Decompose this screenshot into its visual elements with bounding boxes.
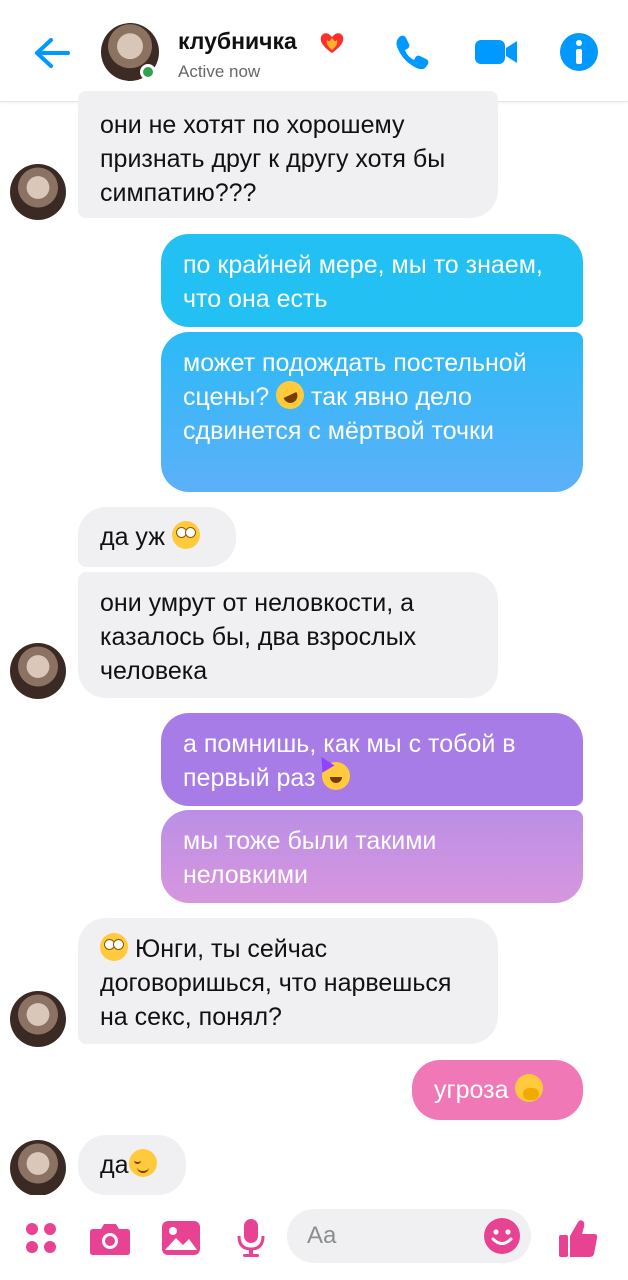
video-camera-icon — [475, 40, 517, 64]
message-text: по крайней мере, мы то знаем, что она ес… — [183, 251, 543, 313]
microphone-icon — [237, 1219, 265, 1257]
message-text: а помнишь, как мы с тобой в первый раз — [183, 730, 516, 792]
message-text: угроза — [434, 1076, 509, 1104]
face-with-hand-over-mouth-emoji — [515, 1074, 544, 1102]
message-text: Юнги, ты сейчас договоришься, что нарвеш… — [100, 935, 452, 1031]
active-status: Active now — [178, 62, 261, 81]
message-thread[interactable]: они не хотят по хорошему признать друг к… — [0, 91, 628, 1196]
camera-button[interactable] — [89, 1217, 131, 1259]
gallery-icon — [162, 1221, 200, 1255]
chat-header: клубничка Active now — [0, 0, 628, 102]
message-bubble-sent[interactable]: а помнишь, как мы с тобой в первый раз — [161, 713, 583, 806]
message-text: да — [100, 1151, 129, 1179]
like-icon — [559, 1220, 598, 1257]
gallery-button[interactable] — [160, 1217, 202, 1259]
message-bubble-sent[interactable]: угроза — [412, 1060, 583, 1120]
eye-roll-emoji — [100, 933, 128, 961]
online-indicator — [140, 64, 156, 80]
rolling-on-floor-laughing-emoji — [271, 376, 309, 414]
message-input-container[interactable] — [287, 1209, 531, 1263]
sender-avatar[interactable] — [10, 991, 66, 1047]
phone-icon — [396, 35, 429, 70]
partying-face-emoji — [322, 762, 351, 790]
message-text: да уж — [100, 523, 165, 551]
message-bubble-received[interactable]: Юнги, ты сейчас договоришься, что нарвеш… — [78, 918, 498, 1044]
message-bubble-received[interactable]: да уж — [78, 507, 236, 567]
heart-on-fire-icon — [320, 33, 344, 53]
sender-avatar[interactable] — [10, 1140, 66, 1196]
video-call-button[interactable] — [474, 30, 518, 74]
sender-avatar[interactable] — [10, 164, 66, 220]
voice-message-button[interactable] — [230, 1217, 272, 1259]
message-bubble-received[interactable]: они умрут от неловкости, а казалось бы, … — [78, 572, 498, 698]
message-text: мы тоже были такими неловкими — [183, 827, 437, 889]
message-bubble-received[interactable]: да — [78, 1135, 186, 1195]
emoji-icon[interactable] — [483, 1217, 521, 1255]
message-bubble-sent[interactable]: по крайней мере, мы то знаем, что она ес… — [161, 234, 583, 327]
info-button[interactable] — [557, 30, 601, 74]
relieved-face-emoji — [128, 1149, 157, 1177]
more-icon — [26, 1223, 56, 1253]
camera-icon — [90, 1224, 130, 1255]
info-icon — [560, 33, 598, 71]
back-button[interactable] — [28, 30, 76, 76]
message-text: они не хотят по хорошему признать друг к… — [100, 111, 446, 207]
voice-call-button[interactable] — [390, 30, 434, 74]
message-composer — [0, 1195, 628, 1280]
more-actions-button[interactable] — [20, 1217, 62, 1259]
message-bubble-sent[interactable]: мы тоже были такими неловкими — [161, 810, 583, 903]
message-text: они умрут от неловкости, а казалось бы, … — [100, 589, 417, 685]
like-button[interactable] — [557, 1217, 599, 1259]
message-bubble-received[interactable]: они не хотят по хорошему признать друг к… — [78, 91, 498, 218]
eye-roll-emoji — [171, 521, 200, 549]
message-bubble-sent[interactable]: может подождать постельной сцены? так яв… — [161, 332, 583, 492]
message-input[interactable] — [307, 1219, 477, 1253]
sender-avatar[interactable] — [10, 643, 66, 699]
back-arrow-icon — [35, 38, 70, 68]
contact-name[interactable]: клубничка — [178, 28, 297, 55]
